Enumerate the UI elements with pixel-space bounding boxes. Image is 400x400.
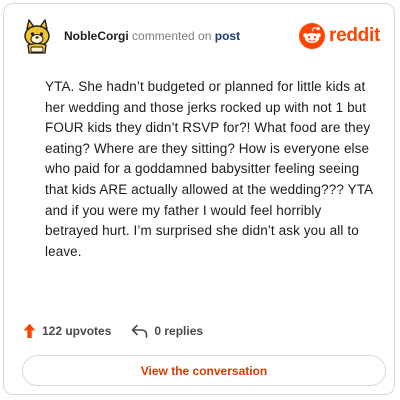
comment-byline: NobleCorgi commented on post (64, 29, 240, 43)
reddit-logo[interactable]: reddit (299, 23, 380, 49)
snoo-corgi-avatar-icon (24, 19, 50, 54)
reply-count: 0 replies (154, 324, 204, 338)
reddit-snoo-icon (299, 23, 326, 49)
comment-card: NobleCorgi commented on post reddit YTA.… (3, 3, 395, 395)
comment-stats: 122 upvotes 0 replies (23, 322, 203, 340)
replies-stat[interactable]: 0 replies (131, 324, 203, 338)
post-link[interactable]: post (215, 29, 240, 43)
upvote-stat[interactable]: 122 upvotes (23, 323, 111, 339)
brand-wordmark: reddit (329, 25, 380, 46)
action-text: commented on (132, 29, 212, 43)
upvote-count: 122 upvotes (42, 324, 112, 338)
comment-body: YTA. She hadn’t budgeted or planned for … (45, 79, 373, 259)
view-conversation-button[interactable]: View the conversation (22, 355, 386, 386)
user-avatar[interactable] (20, 18, 54, 54)
reply-arrow-icon (132, 324, 148, 338)
upvote-arrow-icon (23, 323, 36, 338)
username-link[interactable]: NobleCorgi (64, 29, 129, 43)
